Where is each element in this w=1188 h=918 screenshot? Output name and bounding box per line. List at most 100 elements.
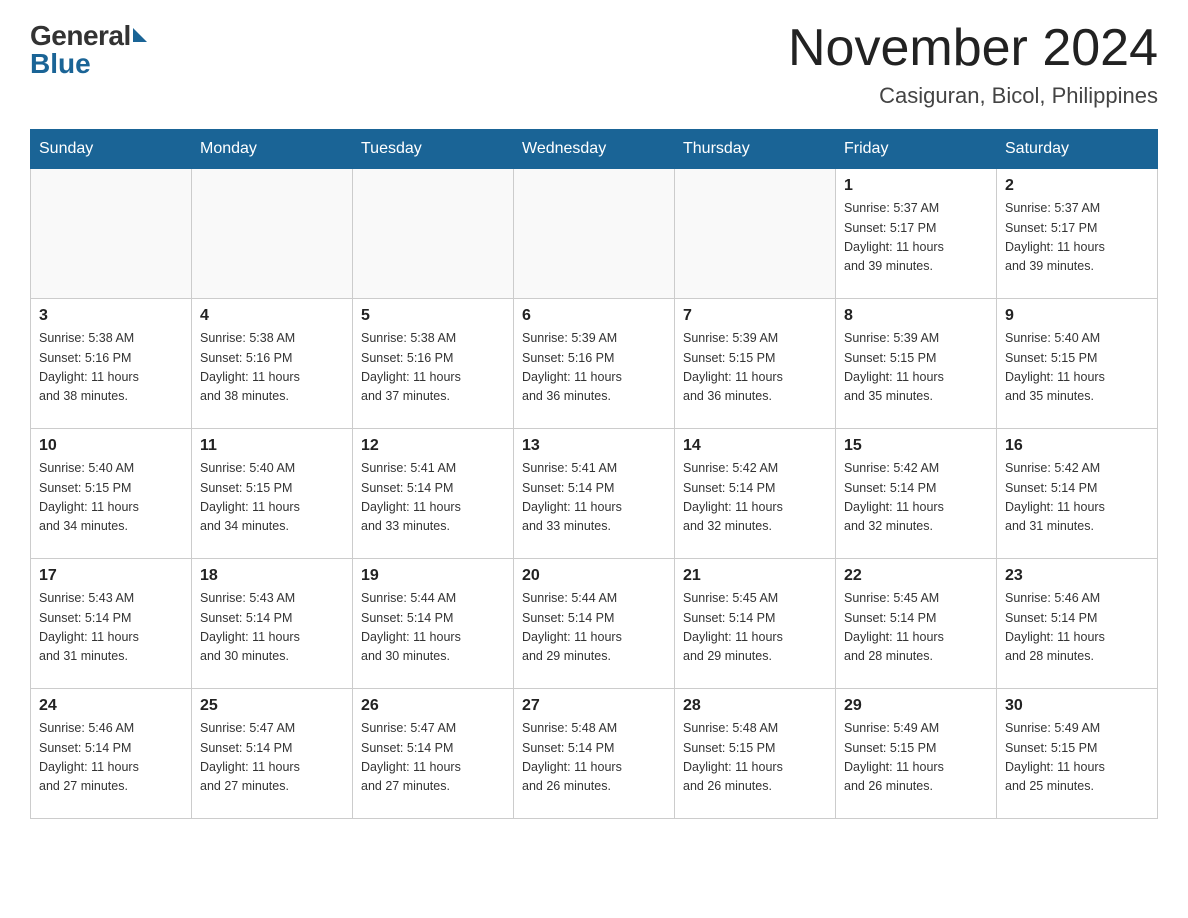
sun-info: Sunrise: 5:42 AM Sunset: 5:14 PM Dayligh… xyxy=(683,459,827,537)
sun-info: Sunrise: 5:49 AM Sunset: 5:15 PM Dayligh… xyxy=(1005,719,1149,797)
day-number: 15 xyxy=(844,437,988,455)
day-number: 29 xyxy=(844,697,988,715)
day-cell: 20 Sunrise: 5:44 AM Sunset: 5:14 PM Dayli… xyxy=(514,559,675,689)
calendar-table: SundayMondayTuesdayWednesdayThursdayFrid… xyxy=(30,129,1158,819)
day-cell: 10 Sunrise: 5:40 AM Sunset: 5:15 PM Dayli… xyxy=(31,429,192,559)
calendar-body: 1Sunrise: 5:37 AM Sunset: 5:17 PM Daylig… xyxy=(31,169,1158,819)
header-cell-thursday: Thursday xyxy=(675,130,836,169)
sun-info: Sunrise: 5:41 AM Sunset: 5:14 PM Dayligh… xyxy=(361,459,505,537)
day-cell: 8 Sunrise: 5:39 AM Sunset: 5:15 PM Daylig… xyxy=(836,299,997,429)
day-number: 24 xyxy=(39,697,183,715)
sun-info: Sunrise: 5:45 AM Sunset: 5:14 PM Dayligh… xyxy=(683,589,827,667)
header-cell-monday: Monday xyxy=(192,130,353,169)
sun-info: Sunrise: 5:38 AM Sunset: 5:16 PM Dayligh… xyxy=(39,329,183,407)
day-number: 3 xyxy=(39,307,183,325)
logo-arrow-icon xyxy=(133,28,147,42)
sun-info: Sunrise: 5:40 AM Sunset: 5:15 PM Dayligh… xyxy=(200,459,344,537)
location-title: Casiguran, Bicol, Philippines xyxy=(788,83,1158,109)
day-cell: 4Sunrise: 5:38 AM Sunset: 5:16 PM Daylig… xyxy=(192,299,353,429)
day-number: 8 xyxy=(844,307,988,325)
day-cell: 11 Sunrise: 5:40 AM Sunset: 5:15 PM Dayli… xyxy=(192,429,353,559)
sun-info: Sunrise: 5:37 AM Sunset: 5:17 PM Dayligh… xyxy=(844,199,988,277)
week-row-2: 3 Sunrise: 5:38 AM Sunset: 5:16 PM Daylig… xyxy=(31,299,1158,429)
day-number: 9 xyxy=(1005,307,1149,325)
week-row-4: 17 Sunrise: 5:43 AM Sunset: 5:14 PM Dayli… xyxy=(31,559,1158,689)
day-cell: 5Sunrise: 5:38 AM Sunset: 5:16 PM Daylig… xyxy=(353,299,514,429)
day-number: 18 xyxy=(200,567,344,585)
day-cell: 21Sunrise: 5:45 AM Sunset: 5:14 PM Dayli… xyxy=(675,559,836,689)
sun-info: Sunrise: 5:49 AM Sunset: 5:15 PM Dayligh… xyxy=(844,719,988,797)
sun-info: Sunrise: 5:46 AM Sunset: 5:14 PM Dayligh… xyxy=(39,719,183,797)
day-cell xyxy=(192,169,353,299)
sun-info: Sunrise: 5:39 AM Sunset: 5:16 PM Dayligh… xyxy=(522,329,666,407)
header-cell-wednesday: Wednesday xyxy=(514,130,675,169)
month-title: November 2024 xyxy=(788,20,1158,77)
day-cell: 16Sunrise: 5:42 AM Sunset: 5:14 PM Dayli… xyxy=(997,429,1158,559)
day-cell: 13 Sunrise: 5:41 AM Sunset: 5:14 PM Dayli… xyxy=(514,429,675,559)
day-cell: 29 Sunrise: 5:49 AM Sunset: 5:15 PM Dayli… xyxy=(836,689,997,819)
week-row-3: 10 Sunrise: 5:40 AM Sunset: 5:15 PM Dayli… xyxy=(31,429,1158,559)
day-cell: 30 Sunrise: 5:49 AM Sunset: 5:15 PM Dayli… xyxy=(997,689,1158,819)
day-number: 11 xyxy=(200,437,344,455)
day-cell xyxy=(514,169,675,299)
sun-info: Sunrise: 5:44 AM Sunset: 5:14 PM Dayligh… xyxy=(361,589,505,667)
sun-info: Sunrise: 5:43 AM Sunset: 5:14 PM Dayligh… xyxy=(200,589,344,667)
day-number: 13 xyxy=(522,437,666,455)
day-number: 22 xyxy=(844,567,988,585)
day-cell: 7Sunrise: 5:39 AM Sunset: 5:15 PM Daylig… xyxy=(675,299,836,429)
day-cell xyxy=(675,169,836,299)
calendar-header: SundayMondayTuesdayWednesdayThursdayFrid… xyxy=(31,130,1158,169)
sun-info: Sunrise: 5:38 AM Sunset: 5:16 PM Dayligh… xyxy=(200,329,344,407)
sun-info: Sunrise: 5:48 AM Sunset: 5:14 PM Dayligh… xyxy=(522,719,666,797)
title-section: November 2024 Casiguran, Bicol, Philippi… xyxy=(788,20,1158,109)
sun-info: Sunrise: 5:47 AM Sunset: 5:14 PM Dayligh… xyxy=(361,719,505,797)
sun-info: Sunrise: 5:41 AM Sunset: 5:14 PM Dayligh… xyxy=(522,459,666,537)
day-cell: 26 Sunrise: 5:47 AM Sunset: 5:14 PM Dayli… xyxy=(353,689,514,819)
logo-blue-text: Blue xyxy=(30,48,147,80)
sun-info: Sunrise: 5:43 AM Sunset: 5:14 PM Dayligh… xyxy=(39,589,183,667)
day-cell: 14 Sunrise: 5:42 AM Sunset: 5:14 PM Dayli… xyxy=(675,429,836,559)
day-number: 19 xyxy=(361,567,505,585)
page-header: General Blue November 2024 Casiguran, Bi… xyxy=(30,20,1158,109)
sun-info: Sunrise: 5:42 AM Sunset: 5:14 PM Dayligh… xyxy=(844,459,988,537)
day-cell: 12Sunrise: 5:41 AM Sunset: 5:14 PM Dayli… xyxy=(353,429,514,559)
sun-info: Sunrise: 5:45 AM Sunset: 5:14 PM Dayligh… xyxy=(844,589,988,667)
sun-info: Sunrise: 5:44 AM Sunset: 5:14 PM Dayligh… xyxy=(522,589,666,667)
day-cell: 19 Sunrise: 5:44 AM Sunset: 5:14 PM Dayli… xyxy=(353,559,514,689)
day-number: 6 xyxy=(522,307,666,325)
sun-info: Sunrise: 5:39 AM Sunset: 5:15 PM Dayligh… xyxy=(844,329,988,407)
day-cell: 18 Sunrise: 5:43 AM Sunset: 5:14 PM Dayli… xyxy=(192,559,353,689)
day-cell: 27 Sunrise: 5:48 AM Sunset: 5:14 PM Dayli… xyxy=(514,689,675,819)
day-number: 16 xyxy=(1005,437,1149,455)
day-number: 27 xyxy=(522,697,666,715)
day-cell: 15 Sunrise: 5:42 AM Sunset: 5:14 PM Dayli… xyxy=(836,429,997,559)
day-cell: 24 Sunrise: 5:46 AM Sunset: 5:14 PM Dayli… xyxy=(31,689,192,819)
day-cell: 9Sunrise: 5:40 AM Sunset: 5:15 PM Daylig… xyxy=(997,299,1158,429)
header-row: SundayMondayTuesdayWednesdayThursdayFrid… xyxy=(31,130,1158,169)
day-number: 14 xyxy=(683,437,827,455)
day-cell: 17 Sunrise: 5:43 AM Sunset: 5:14 PM Dayli… xyxy=(31,559,192,689)
day-number: 17 xyxy=(39,567,183,585)
day-number: 26 xyxy=(361,697,505,715)
day-cell xyxy=(353,169,514,299)
day-cell: 3 Sunrise: 5:38 AM Sunset: 5:16 PM Daylig… xyxy=(31,299,192,429)
sun-info: Sunrise: 5:40 AM Sunset: 5:15 PM Dayligh… xyxy=(39,459,183,537)
header-cell-tuesday: Tuesday xyxy=(353,130,514,169)
header-cell-saturday: Saturday xyxy=(997,130,1158,169)
day-number: 23 xyxy=(1005,567,1149,585)
sun-info: Sunrise: 5:48 AM Sunset: 5:15 PM Dayligh… xyxy=(683,719,827,797)
header-cell-friday: Friday xyxy=(836,130,997,169)
day-cell: 23Sunrise: 5:46 AM Sunset: 5:14 PM Dayli… xyxy=(997,559,1158,689)
day-cell: 1Sunrise: 5:37 AM Sunset: 5:17 PM Daylig… xyxy=(836,169,997,299)
day-number: 20 xyxy=(522,567,666,585)
day-number: 28 xyxy=(683,697,827,715)
day-number: 10 xyxy=(39,437,183,455)
logo: General Blue xyxy=(30,20,147,80)
day-number: 5 xyxy=(361,307,505,325)
day-number: 25 xyxy=(200,697,344,715)
sun-info: Sunrise: 5:47 AM Sunset: 5:14 PM Dayligh… xyxy=(200,719,344,797)
day-number: 30 xyxy=(1005,697,1149,715)
day-cell xyxy=(31,169,192,299)
day-cell: 6 Sunrise: 5:39 AM Sunset: 5:16 PM Daylig… xyxy=(514,299,675,429)
day-number: 7 xyxy=(683,307,827,325)
